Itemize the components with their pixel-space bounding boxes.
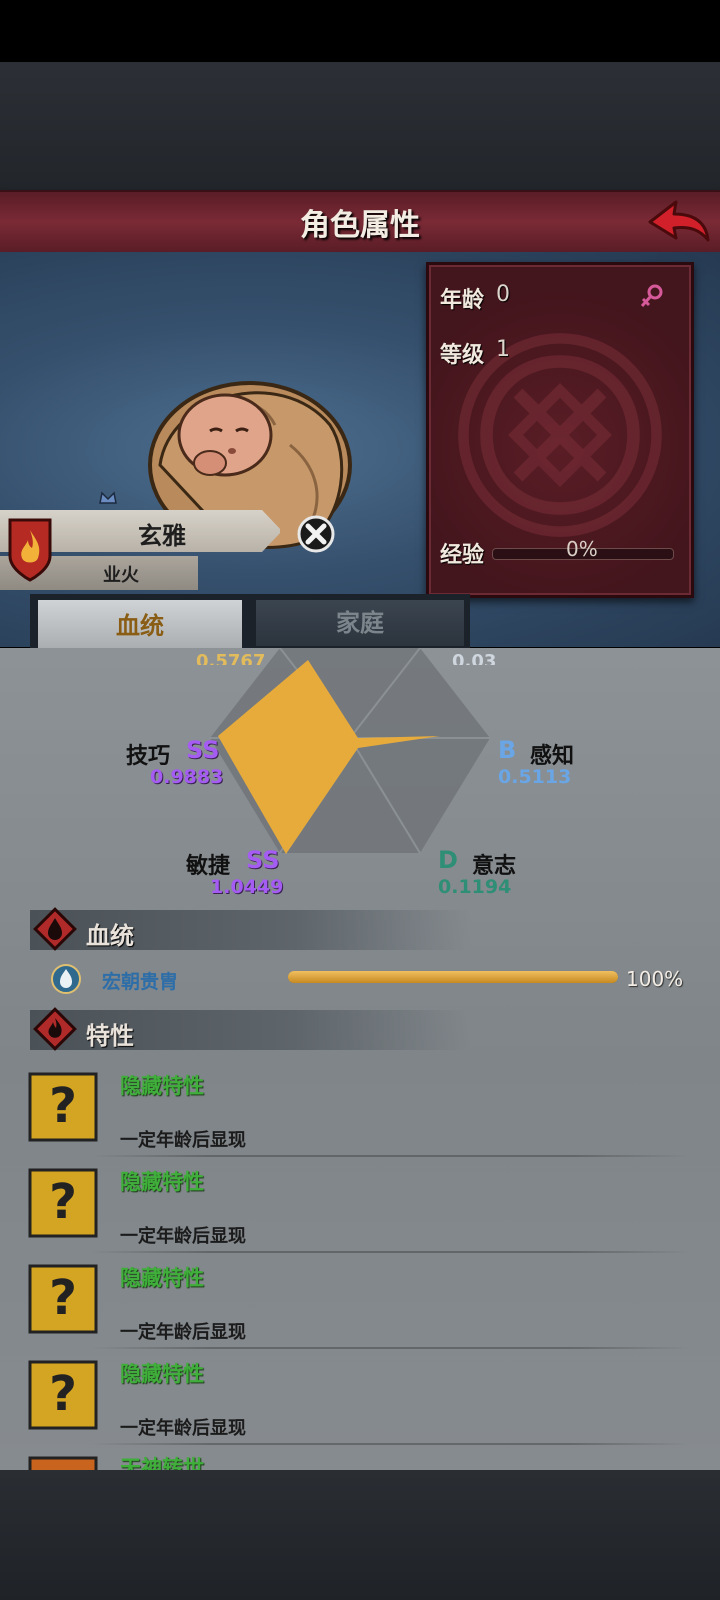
attr-perception-value: 0.5113 <box>498 766 572 788</box>
attr-will-grade: D <box>438 846 458 874</box>
female-symbol-icon <box>640 284 663 308</box>
crown-icon <box>99 491 117 504</box>
attr-top-left-value: 0.5767 <box>196 651 266 665</box>
faction-name: 业火 <box>103 565 139 586</box>
svg-text:?: ? <box>49 1270 77 1326</box>
age-value: 0 <box>496 282 510 307</box>
blood-drop-icon <box>33 907 77 951</box>
trait-name: 天神转世 <box>120 1456 204 1470</box>
attr-agility-value: 1.0449 <box>210 876 284 898</box>
svg-text:?: ? <box>49 1174 77 1230</box>
question-mark-icon: ? <box>28 1264 98 1334</box>
traits-section-title: 特性 <box>86 1022 134 1050</box>
exp-label: 经验 <box>440 543 485 568</box>
trait-item[interactable]: ? 隐藏特性 一定年龄后显现 <box>28 1260 720 1355</box>
trait-name: 隐藏特性 <box>120 1074 204 1098</box>
attr-skill-grade: SS <box>186 736 220 764</box>
attr-top-right-value: 0.03 <box>452 651 497 665</box>
character-name: 玄雅 <box>138 522 186 550</box>
tab-bloodline[interactable]: 血统 <box>38 600 242 652</box>
page-title: 角色属性 <box>300 208 420 243</box>
divider <box>90 1443 690 1445</box>
attribute-radar-chart <box>210 648 490 854</box>
question-mark-icon: ? <box>28 1360 98 1430</box>
attr-will-value: 0.1194 <box>438 876 512 898</box>
trait-item-partial[interactable]: 天神转世 <box>28 1452 720 1470</box>
celtic-knot-emblem <box>458 333 662 537</box>
trait-item[interactable]: ? 隐藏特性 一定年龄后显现 <box>28 1164 720 1259</box>
exp-value: 0% <box>566 537 598 561</box>
close-icon[interactable] <box>296 514 336 554</box>
flame-shield-icon <box>8 518 52 582</box>
lineage-emblem-icon <box>51 964 81 994</box>
svg-text:?: ? <box>49 1366 77 1422</box>
status-bar <box>0 0 720 62</box>
divider <box>90 1251 690 1253</box>
question-mark-icon: ? <box>28 1168 98 1238</box>
trait-name: 隐藏特性 <box>120 1170 204 1194</box>
age-label: 年龄 <box>440 288 485 313</box>
trait-name: 隐藏特性 <box>120 1362 204 1386</box>
flame-icon <box>33 1007 77 1051</box>
sun-god-icon <box>28 1456 98 1470</box>
bloodline-section-title: 血统 <box>86 922 134 950</box>
lineage-name: 宏朝贵胄 <box>102 971 179 993</box>
lineage-progress-fill <box>288 971 618 983</box>
trait-desc: 一定年龄后显现 <box>120 1130 246 1151</box>
svg-text:?: ? <box>49 1078 77 1134</box>
trait-item[interactable]: ? 隐藏特性 一定年龄后显现 <box>28 1068 720 1163</box>
divider <box>90 1155 690 1157</box>
trait-item[interactable]: ? 隐藏特性 一定年龄后显现 <box>28 1356 720 1451</box>
trait-desc: 一定年龄后显现 <box>120 1226 246 1247</box>
trait-name: 隐藏特性 <box>120 1266 204 1290</box>
question-mark-icon: ? <box>28 1072 98 1142</box>
attr-skill-value: 0.9883 <box>150 766 224 788</box>
bottom-background <box>0 1470 720 1600</box>
trait-desc: 一定年龄后显现 <box>120 1322 246 1343</box>
lineage-percent: 100% <box>626 967 684 991</box>
tab-family[interactable]: 家庭 <box>256 600 464 646</box>
level-value: 1 <box>496 337 510 362</box>
trait-desc: 一定年龄后显现 <box>120 1418 246 1439</box>
attr-perception-grade: B <box>498 736 517 764</box>
level-label: 等级 <box>440 343 485 368</box>
attr-agility-grade: SS <box>246 846 280 874</box>
top-background <box>0 62 720 190</box>
divider <box>90 1347 690 1349</box>
back-arrow-icon[interactable] <box>646 196 714 246</box>
